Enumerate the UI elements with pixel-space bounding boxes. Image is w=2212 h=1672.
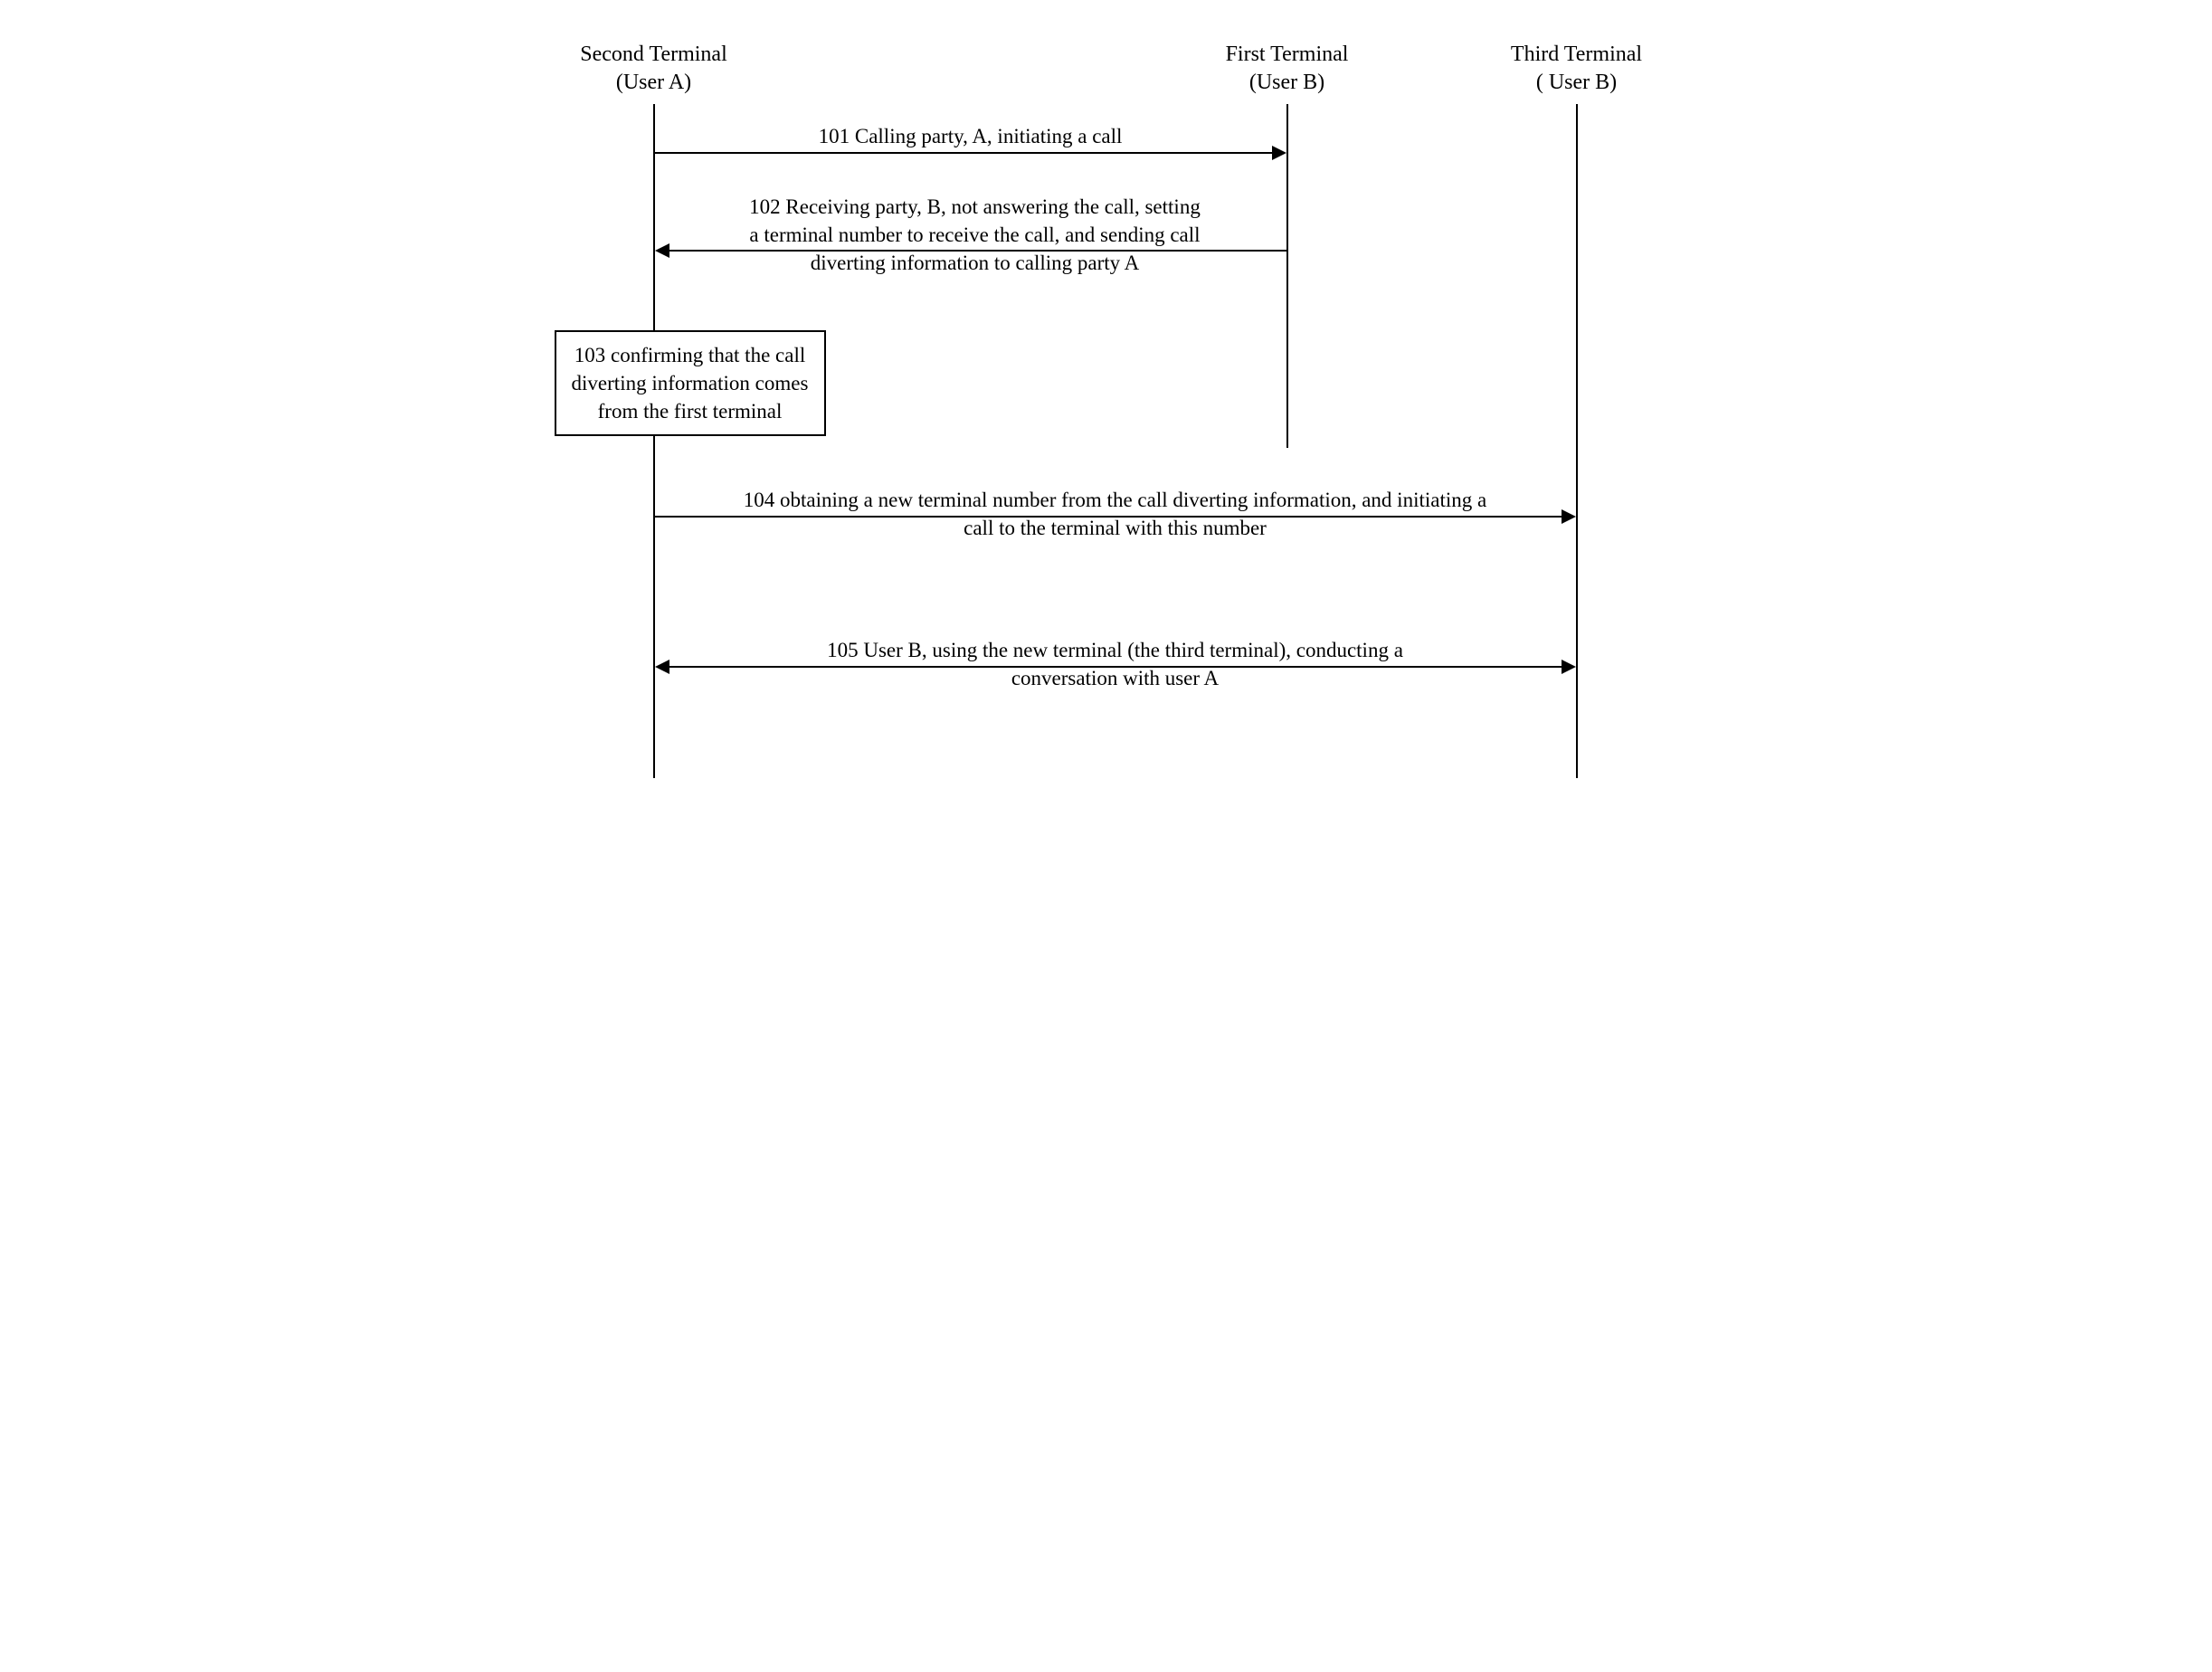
arrowhead-m104 [1562,509,1576,524]
arrow-m104 [655,516,1562,518]
participant-first-subtitle: (User B) [1197,69,1378,97]
label-m102: 102 Receiving party, B, not answering th… [749,193,1201,277]
arrow-m101 [655,152,1272,154]
participant-third: Third Terminal ( User B) [1486,41,1667,97]
lifeline-second [653,104,655,778]
arrow-m102 [669,250,1286,252]
arrowhead-m105-left [655,660,669,674]
arrowhead-m101 [1272,146,1286,160]
participant-second-title: Second Terminal [564,41,745,69]
lifeline-first [1286,104,1288,448]
box-m103: 103 confirming that the call diverting i… [555,330,826,436]
arrowhead-m102 [655,243,669,258]
participant-third-subtitle: ( User B) [1486,69,1667,97]
sequence-diagram: Second Terminal (User A) First Terminal … [564,90,1649,814]
participant-second-subtitle: (User A) [564,69,745,97]
participant-second: Second Terminal (User A) [564,41,745,97]
participant-first: First Terminal (User B) [1197,41,1378,97]
arrowhead-m105-right [1562,660,1576,674]
label-m104: 104 obtaining a new terminal number from… [726,486,1505,542]
participant-first-title: First Terminal [1197,41,1378,69]
label-m101: 101 Calling party, A, initiating a call [745,122,1197,150]
lifeline-third [1576,104,1578,778]
arrow-m105 [669,666,1562,668]
participant-third-title: Third Terminal [1486,41,1667,69]
label-m105: 105 User B, using the new terminal (the … [772,636,1459,692]
